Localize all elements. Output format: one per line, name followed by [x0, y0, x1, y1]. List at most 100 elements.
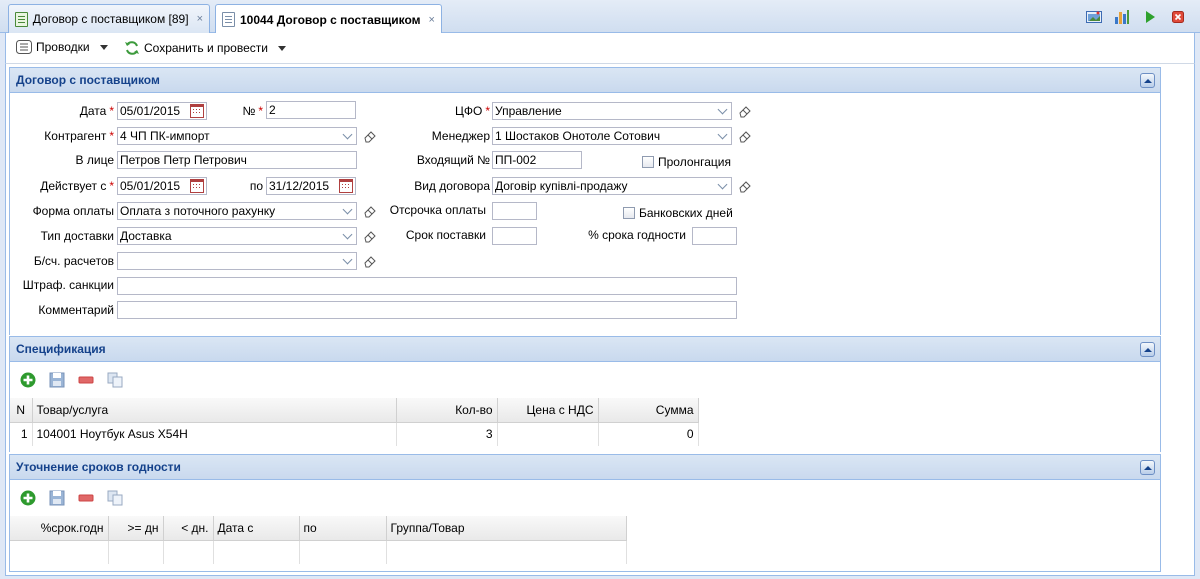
column-header-price[interactable]: Цена с НДС — [497, 398, 599, 423]
save-icon[interactable] — [49, 372, 65, 388]
eraser-icon[interactable] — [363, 254, 377, 268]
cell-sum: 0 — [598, 422, 699, 446]
column-header-qty[interactable]: Кол-во — [396, 398, 498, 423]
collapse-icon[interactable] — [1140, 73, 1155, 88]
cfo-combo[interactable]: Управление — [492, 102, 732, 120]
eraser-icon[interactable] — [363, 129, 377, 143]
column-header-sum[interactable]: Сумма — [598, 398, 699, 423]
manager-combo[interactable]: 1 Шостаков Онотоле Сотович — [492, 127, 732, 145]
document-list-icon — [15, 11, 28, 27]
play-icon[interactable] — [1140, 7, 1160, 27]
calendar-icon[interactable] — [190, 179, 204, 193]
number-field[interactable]: 2 — [266, 101, 356, 119]
cell-price[interactable] — [497, 422, 599, 446]
column-header-date-to[interactable]: по — [299, 516, 387, 541]
payment-delay-field[interactable] — [492, 202, 537, 220]
shelf-panel-header: Уточнение сроков годности — [9, 454, 1161, 480]
payment-delay-label: Отсрочка оплаты — [389, 203, 486, 217]
copy-icon[interactable] — [107, 490, 123, 506]
eraser-icon[interactable] — [738, 104, 752, 118]
bank-days-checkbox[interactable]: Банковских дней — [623, 206, 733, 220]
eraser-icon[interactable] — [363, 229, 377, 243]
spec-panel-title: Спецификация — [16, 342, 106, 356]
valid-to-field[interactable]: 31/12/2015 — [266, 177, 356, 195]
settlement-account-combo[interactable] — [117, 252, 357, 270]
chevron-down-icon[interactable] — [714, 104, 730, 118]
shelf-header-row: %срок.годн >= дн < дн. Дата с по Группа/… — [10, 516, 627, 541]
column-header-item[interactable]: Товар/услуга — [32, 398, 397, 423]
chevron-down-icon[interactable] — [339, 204, 355, 218]
calendar-icon[interactable] — [339, 179, 353, 193]
delete-icon[interactable] — [78, 372, 94, 388]
column-header-days-to[interactable]: < дн. — [163, 516, 214, 541]
comment-field[interactable] — [117, 301, 737, 319]
close-icon[interactable] — [1168, 7, 1188, 27]
incoming-field[interactable]: ПП-002 — [492, 151, 582, 169]
shelf-life-field[interactable] — [692, 227, 737, 245]
collapse-icon[interactable] — [1140, 342, 1155, 357]
postings-label: Проводки — [36, 40, 90, 54]
contract-type-combo[interactable]: Договір купівлі-продажу — [492, 177, 732, 195]
payment-form-label: Форма оплаты — [32, 204, 114, 218]
tab-contract-list[interactable]: Договор с поставщиком [89] × — [8, 4, 210, 33]
checkbox-icon[interactable] — [623, 207, 635, 219]
checkbox-icon[interactable] — [642, 156, 654, 168]
valid-from-field[interactable]: 05/01/2015 — [117, 177, 207, 195]
column-header-n[interactable]: N — [10, 398, 33, 423]
add-icon[interactable] — [20, 490, 36, 506]
add-icon[interactable] — [20, 372, 36, 388]
payment-form-combo[interactable]: Оплата з поточного рахунку — [117, 202, 357, 220]
save-and-post-button[interactable]: Сохранить и провести — [124, 40, 286, 56]
in-person-field[interactable]: Петров Петр Петрович — [117, 151, 357, 169]
column-header-days-from[interactable]: >= дн — [108, 516, 164, 541]
contract-panel-header: Договор с поставщиком — [9, 67, 1161, 93]
in-person-label: В лице — [75, 153, 114, 167]
close-icon[interactable]: × — [429, 14, 435, 26]
chart-icon[interactable] — [1112, 7, 1132, 27]
eraser-icon[interactable] — [738, 129, 752, 143]
chevron-down-icon — [277, 45, 286, 51]
postings-button[interactable]: Проводки — [16, 40, 108, 54]
copy-icon[interactable] — [107, 372, 123, 388]
column-header-date-from[interactable]: Дата с — [213, 516, 300, 541]
counterparty-label: Контрагент * — [44, 129, 114, 143]
table-row[interactable]: 1 104001 Ноутбук Asus X54H 3 0 — [10, 422, 699, 446]
chevron-down-icon[interactable] — [714, 129, 730, 143]
eraser-icon[interactable] — [363, 204, 377, 218]
prolongation-checkbox[interactable]: Пролонгация — [642, 155, 731, 169]
cell-n: 1 — [10, 422, 33, 446]
cell-item[interactable]: 104001 Ноутбук Asus X54H — [32, 422, 397, 446]
collapse-icon[interactable] — [1140, 460, 1155, 475]
valid-from-label: Действует с * — [40, 179, 114, 193]
close-icon[interactable]: × — [197, 13, 203, 25]
tab-bar: Договор с поставщиком [89] × 10044 Догов… — [0, 0, 1200, 34]
tab-label: Договор с поставщиком [89] — [32, 12, 189, 26]
save-icon[interactable] — [49, 490, 65, 506]
calendar-icon[interactable] — [190, 104, 204, 118]
shelf-life-label: % срока годности — [588, 228, 686, 242]
bank-days-label: Банковских дней — [639, 206, 733, 220]
image-window-icon[interactable] — [1084, 7, 1104, 27]
delivery-term-field[interactable] — [492, 227, 537, 245]
refresh-icon — [125, 41, 139, 55]
save-and-post-label: Сохранить и провести — [144, 41, 268, 55]
comment-label: Комментарий — [38, 303, 114, 317]
cell-qty[interactable]: 3 — [396, 422, 498, 446]
tab-contract-10044[interactable]: 10044 Договор с поставщиком × — [215, 4, 442, 34]
column-header-shelf-pct[interactable]: %срок.годн — [10, 516, 109, 541]
counterparty-combo[interactable]: 4 ЧП ПК-импорт — [117, 127, 357, 145]
delivery-type-combo[interactable]: Доставка — [117, 227, 357, 245]
shelf-panel-title: Уточнение сроков годности — [16, 460, 181, 474]
delete-icon[interactable] — [78, 490, 94, 506]
chevron-down-icon[interactable] — [339, 254, 355, 268]
shelf-panel: %срок.годн >= дн < дн. Дата с по Группа/… — [9, 480, 1161, 572]
chevron-down-icon[interactable] — [339, 129, 355, 143]
penalties-field[interactable] — [117, 277, 737, 295]
eraser-icon[interactable] — [738, 179, 752, 193]
chevron-down-icon[interactable] — [339, 229, 355, 243]
column-header-group-item[interactable]: Группа/Товар — [386, 516, 627, 541]
cfo-label: ЦФО * — [454, 104, 490, 118]
chevron-down-icon[interactable] — [714, 179, 730, 193]
date-field[interactable]: 05/01/2015 — [117, 102, 207, 120]
shelf-toolbar — [10, 484, 1160, 512]
